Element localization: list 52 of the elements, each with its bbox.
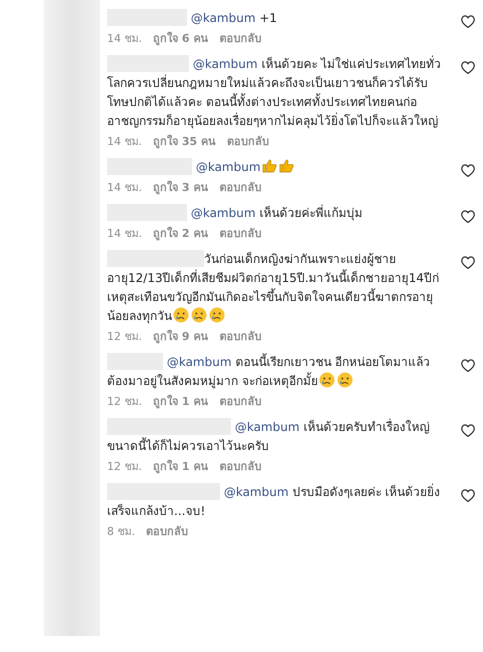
likes-count[interactable]: ถูกใจ 6 คน <box>153 31 208 47</box>
comment-time: 12 ชม. <box>107 394 142 410</box>
crying-face-icon <box>191 307 207 323</box>
comment-time: 14 ชม. <box>107 226 142 242</box>
mention-link[interactable]: @kambum <box>189 57 258 71</box>
comment-text: @kambum เห็นด้วยครับทำเรื่องใหญ่ขนาดนี้ได้ก็ไม่ควรเอาไว้นะครับ <box>107 418 430 455</box>
thumbs-up-icon <box>278 158 294 173</box>
likes-count[interactable]: ถูกใจ 2 คน <box>153 226 208 242</box>
comment-time: 8 ชม. <box>107 524 135 540</box>
comment-time: 14 ชม. <box>107 134 142 150</box>
heart-icon[interactable] <box>461 61 475 74</box>
heart-icon[interactable] <box>461 256 475 269</box>
crying-face-icon <box>209 307 225 323</box>
mention-link[interactable]: @kambum <box>163 355 232 369</box>
reply-link[interactable]: ตอบกลับ <box>219 329 262 345</box>
comment-text: วันก่อนเด็กหญิงฆ่ากันเพราะแย่งผู้ชายอายุ12/13ปีเด็กที่เสียชีมฝวิตก่อายุ15ปี.มาวันนี้เด็กชายอายุ14ปีก่เหตุสะเทือนขวัญอีกมันเกิดอะไรขึ้นกับจิตใจคนเดียวนี้ฆาตกรอายุน้อยลงทุกวัน <box>107 250 440 326</box>
crying-face-icon <box>336 372 353 388</box>
mention-link[interactable]: @kambum <box>187 206 256 220</box>
reply-link[interactable]: ตอบกลับ <box>219 180 262 196</box>
likes-count[interactable]: ถูกใจ 1 คน <box>153 394 208 410</box>
heart-icon[interactable] <box>461 489 475 502</box>
reply-link[interactable]: ตอบกลับ <box>226 134 269 150</box>
heart-icon[interactable] <box>461 359 475 372</box>
mention-link[interactable]: @kambum <box>231 420 300 434</box>
comment-time: 14 ชม. <box>107 180 142 196</box>
comment-text: @kambum เห็นด้วยค่ะพี่แก้มบุ่ม <box>107 204 445 223</box>
reply-link[interactable]: ตอบกลับ <box>146 524 188 540</box>
crying-face-icon <box>318 372 335 388</box>
comment-text: @kambum +1 <box>107 9 445 28</box>
thumbs-up-icon <box>262 158 277 173</box>
crying-face-icon <box>173 307 189 323</box>
comment-time: 12 ชม. <box>107 459 142 475</box>
reply-link[interactable]: ตอบกลับ <box>219 31 262 47</box>
likes-count[interactable]: ถูกใจ 1 คน <box>153 459 208 475</box>
comment-text: @kambum ตอนนี้เรียกเยาวชน อีกหน่อยโตมาแล้วต้องมาอยู่ในสังคมหมู่มาก จะก่อเหตุอีกมั้ย <box>107 353 432 390</box>
reply-link[interactable]: ตอบกลับ <box>219 459 262 475</box>
heart-icon[interactable] <box>461 424 475 437</box>
likes-count[interactable]: ถูกใจ 3 คน <box>153 180 208 196</box>
mention-link[interactable]: @kambum <box>187 11 256 25</box>
comment-time: 14 ชม. <box>107 31 142 47</box>
heart-icon[interactable] <box>461 164 475 177</box>
mention-link[interactable]: @kambum <box>192 160 261 174</box>
heart-icon[interactable] <box>461 210 475 223</box>
heart-icon[interactable] <box>461 15 475 28</box>
reply-link[interactable]: ตอบกลับ <box>219 226 262 242</box>
comment-time: 12 ชม. <box>107 329 142 345</box>
likes-count[interactable]: ถูกใจ 35 คน <box>153 134 216 150</box>
mention-link[interactable]: @kambum <box>220 485 289 499</box>
likes-count[interactable]: ถูกใจ 9 คน <box>153 329 208 345</box>
reply-link[interactable]: ตอบกลับ <box>219 394 262 410</box>
comment-text: @kambum เห็นด้วยคะ ไม่ใช่แค่ประเทศไทยทั่วโลกควรเปลี่ยนกฎหมายใหม่แล้วคะถึงจะเป็นเยาวชนก็ควรได้รับโทษปกติได้แล้วคะ ตอนนี้ทั้งต่างประเทศทั้งประเทศไทยคนก่ออาชญกรรมก็อายุน้อยลงเรื่อยๆหากไม่คลุมไว้ยิ่งโตไปก็จะแล้วใหญ่ <box>107 55 442 130</box>
comment-text: @kambum ปรบมือดังๆเลยค่ะ เห็นด้วยยิ่งเสร็จแกล้งบ้า...จบ! <box>107 483 442 520</box>
